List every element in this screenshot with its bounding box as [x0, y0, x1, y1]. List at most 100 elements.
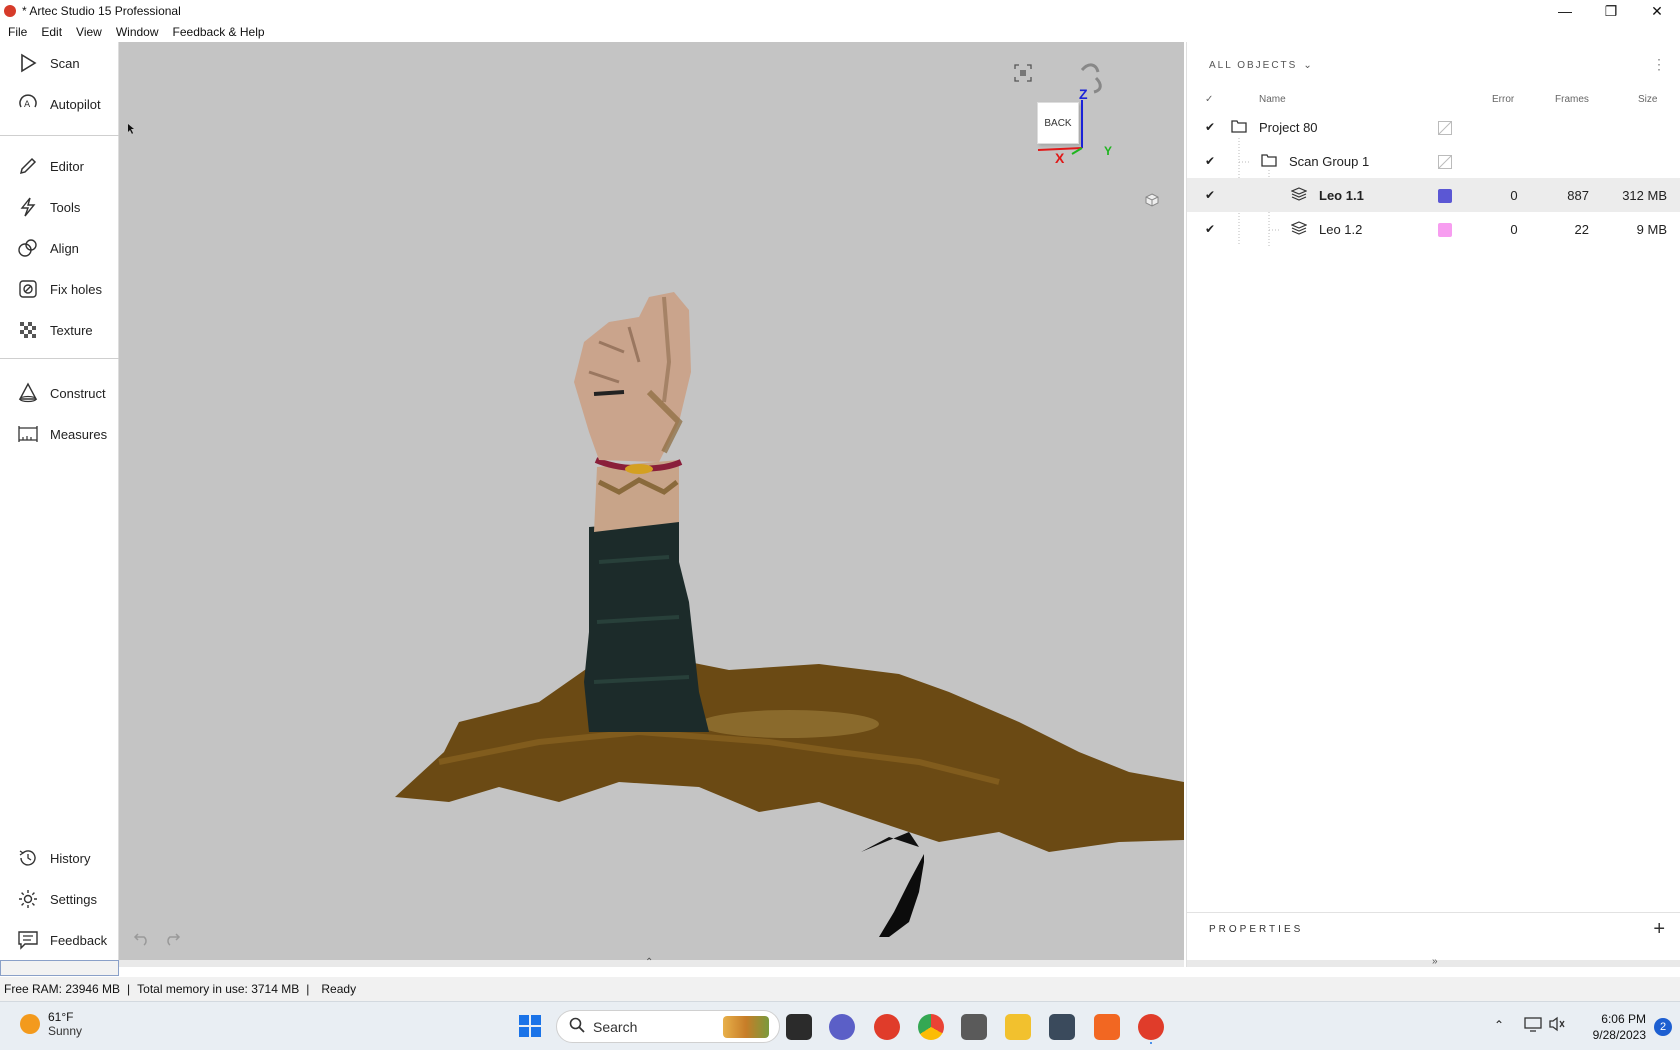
notification-badge[interactable]: 2 — [1654, 1018, 1672, 1036]
title-bar: * Artec Studio 15 Professional — ❐ ✕ — [0, 0, 1680, 22]
sidebar-item-fix-holes[interactable]: Fix holes — [0, 272, 119, 306]
file-explorer-icon[interactable] — [1005, 1014, 1031, 1040]
sidebar-item-label: Feedback — [50, 932, 108, 948]
windows-start-icon[interactable] — [518, 1014, 542, 1041]
sidebar-item-label: Align — [50, 240, 79, 256]
taskbar-search[interactable]: Search — [556, 1010, 780, 1043]
column-size[interactable]: Size — [1638, 94, 1657, 105]
menu-feedback-help[interactable]: Feedback & Help — [173, 25, 265, 39]
object-name: Leo 1.2 — [1319, 222, 1363, 237]
visibility-check-icon[interactable]: ✔ — [1205, 120, 1215, 134]
object-size: 9 MB — [1636, 222, 1667, 237]
gimp-icon[interactable] — [961, 1014, 987, 1040]
color-swatch[interactable] — [1438, 189, 1452, 203]
no-color-swatch[interactable] — [1438, 121, 1452, 135]
plus-icon[interactable]: + — [1653, 918, 1665, 941]
object-frames: 22 — [1574, 222, 1589, 237]
align-icon — [16, 236, 40, 260]
sidebar-divider — [0, 358, 119, 359]
sidebar-item-align[interactable]: Align — [0, 231, 119, 265]
menu-window[interactable]: Window — [116, 25, 159, 39]
restore-button[interactable]: ❐ — [1588, 0, 1634, 22]
sidebar-item-autopilot[interactable]: A Autopilot — [0, 87, 119, 121]
visibility-check-icon[interactable]: ✔ — [1205, 188, 1215, 202]
window-title: * Artec Studio 15 Professional — [22, 4, 181, 18]
sidebar-item-construct[interactable]: Construct — [0, 376, 119, 410]
perspective-cube-icon[interactable] — [1144, 192, 1160, 211]
column-error[interactable]: Error — [1492, 94, 1514, 105]
inkscape-icon[interactable] — [1049, 1014, 1075, 1040]
status-bar: Free RAM: 23946 MB | Total memory in use… — [0, 977, 1680, 1001]
panel-bottom-bar[interactable]: » — [1187, 956, 1680, 967]
collapse-right-icon[interactable]: » — [1432, 956, 1438, 967]
menu-file[interactable]: File — [8, 25, 27, 39]
visibility-check-icon[interactable]: ✔ — [1205, 154, 1215, 168]
visibility-check-icon[interactable]: ✔ — [1205, 222, 1215, 236]
left-sidebar: Scan A Autopilot Editor Tools Align Fix … — [0, 42, 119, 967]
sidebar-item-scan[interactable]: Scan — [0, 46, 119, 80]
viewport-bottom-bar[interactable]: ⌃ — [119, 957, 1184, 968]
scan-model — [395, 292, 1184, 937]
network-icon[interactable] — [1524, 1016, 1542, 1035]
close-button[interactable]: ✕ — [1634, 0, 1680, 22]
autopilot-icon: A — [16, 92, 40, 116]
undo-icon[interactable] — [133, 930, 151, 949]
x-axis-label: X — [1055, 150, 1065, 166]
task-view-icon[interactable] — [786, 1014, 812, 1040]
object-error: 0 — [1510, 222, 1518, 237]
no-color-swatch[interactable] — [1438, 155, 1452, 169]
sidebar-item-label: Autopilot — [50, 96, 101, 112]
sidebar-item-feedback[interactable]: Feedback — [0, 923, 119, 957]
object-name: Leo 1.1 — [1319, 188, 1364, 203]
folder-icon — [1231, 119, 1247, 136]
more-options-icon[interactable]: ⋮ — [1652, 56, 1666, 73]
artec-studio-active-icon[interactable] — [1138, 1014, 1164, 1040]
status-separator: | — [127, 982, 131, 996]
clock[interactable]: 6:06 PM 9/28/2023 — [1593, 1011, 1646, 1043]
tree-row-scan[interactable]: ✔ Leo 1.1 0 887 312 MB — [1187, 178, 1680, 212]
sidebar-item-settings[interactable]: Settings — [0, 882, 119, 916]
objects-panel: ALL OBJECTS ⌄ ⋮ ✓ Name Error Frames Size… — [1186, 42, 1680, 967]
teams-chat-icon[interactable] — [829, 1014, 855, 1040]
menu-bar: File Edit View Window Feedback & Help — [0, 22, 1680, 42]
object-error: 0 — [1510, 188, 1518, 203]
sidebar-item-tools[interactable]: Tools — [0, 190, 119, 224]
redo-icon[interactable] — [163, 930, 181, 949]
sidebar-bottom-field[interactable] — [0, 960, 119, 976]
chrome-icon[interactable] — [918, 1014, 944, 1040]
tree-row-scan-group[interactable]: ✔ Scan Group 1 — [1187, 144, 1680, 178]
weather-condition: Sunny — [48, 1024, 83, 1038]
gear-icon — [16, 887, 40, 911]
tree-row-scan[interactable]: ✔ Leo 1.2 0 22 9 MB — [1187, 212, 1680, 246]
expand-up-icon[interactable]: ⌃ — [645, 957, 653, 968]
fusion-360-icon[interactable] — [1094, 1014, 1120, 1040]
color-swatch[interactable] — [1438, 223, 1452, 237]
sidebar-divider — [0, 135, 119, 136]
status-separator: | — [306, 982, 310, 996]
artec-taskbar-icon[interactable] — [874, 1014, 900, 1040]
minimize-button[interactable]: — — [1542, 0, 1588, 22]
sidebar-item-measures[interactable]: Measures — [0, 417, 119, 451]
texture-icon — [16, 318, 40, 342]
sidebar-item-editor[interactable]: Editor — [0, 149, 119, 183]
3d-viewport[interactable]: BACK Z X Y — [119, 42, 1184, 960]
chevron-up-icon[interactable]: ⌃ — [1494, 1018, 1504, 1032]
sidebar-item-history[interactable]: History — [0, 841, 119, 875]
column-frames[interactable]: Frames — [1555, 94, 1589, 105]
sidebar-item-texture[interactable]: Texture — [0, 313, 119, 347]
menu-view[interactable]: View — [76, 25, 102, 39]
clock-date: 9/28/2023 — [1592, 1027, 1646, 1042]
history-icon — [16, 846, 40, 870]
tree-row-project[interactable]: ✔ Project 80 — [1187, 110, 1680, 144]
volume-muted-icon[interactable] — [1548, 1016, 1566, 1035]
search-highlight-image — [723, 1015, 769, 1038]
sidebar-item-label: Measures — [50, 426, 108, 442]
object-frames: 887 — [1567, 188, 1589, 203]
properties-section[interactable]: PROPERTIES + — [1187, 912, 1680, 946]
sidebar-item-label: Construct — [50, 385, 106, 401]
menu-edit[interactable]: Edit — [41, 25, 62, 39]
sidebar-item-label: History — [50, 850, 91, 866]
search-placeholder: Search — [593, 1018, 638, 1035]
lightning-icon — [16, 195, 40, 219]
weather-widget[interactable]: 61°F Sunny — [20, 1010, 82, 1038]
